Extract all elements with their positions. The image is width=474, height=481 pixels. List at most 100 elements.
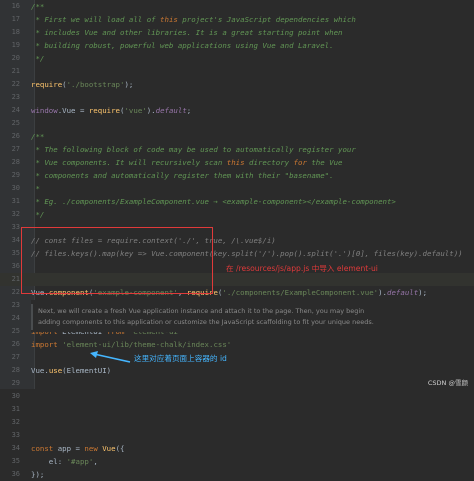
code-line[interactable]: 30 xyxy=(0,390,474,403)
watermark: CSDN @雪颜 xyxy=(427,379,468,387)
line-number: 26 xyxy=(11,132,20,140)
line-number: 21 xyxy=(11,67,20,75)
code-line[interactable]: 31 * Eg. ./components/ExampleComponent.v… xyxy=(0,195,474,208)
code-text: const app = new Vue({ xyxy=(31,442,125,455)
code-line[interactable]: 16 /** xyxy=(0,0,474,13)
line-number: 20 xyxy=(11,54,20,62)
code-line[interactable]: 19 * building robust, powerful web appli… xyxy=(0,39,474,52)
line-number: 29 xyxy=(11,379,20,387)
code-line[interactable]: 30 * xyxy=(0,182,474,195)
code-line[interactable]: 35 el: '#app', xyxy=(0,455,474,468)
line-number: 30 xyxy=(11,184,20,192)
code-token: app xyxy=(57,444,76,453)
code-token: * components and automatically register … xyxy=(31,171,334,180)
code-line[interactable]: 17 * First we will load all of this proj… xyxy=(0,13,474,26)
code-line[interactable]: 36}); xyxy=(0,468,474,481)
code-token: this xyxy=(226,158,245,167)
code-line[interactable]: 28 Vue.use(ElementUI) xyxy=(0,364,474,377)
code-line[interactable]: 29 * components and automatically regist… xyxy=(0,169,474,182)
code-token: * The following block of code may be use… xyxy=(31,145,356,154)
line-number: 32 xyxy=(11,418,20,426)
line-number: 28 xyxy=(11,158,20,166)
highlight-box xyxy=(21,227,213,294)
code-line[interactable]: 23 xyxy=(0,91,474,104)
line-number: 27 xyxy=(11,353,20,361)
line-number: 24 xyxy=(11,106,20,114)
code-token: 'vue' xyxy=(124,106,147,115)
code-line[interactable]: 29 xyxy=(0,377,474,390)
line-number: 35 xyxy=(11,249,20,257)
line-number: 33 xyxy=(11,223,20,231)
code-line[interactable]: 20 */ xyxy=(0,52,474,65)
annotation-import-element-ui: 在 /resources/js/app.js 中导入 element-ui xyxy=(226,264,378,273)
line-number: 24 xyxy=(11,314,20,322)
code-token: require xyxy=(31,80,63,89)
code-line[interactable]: 28 * Vue components. It will recursively… xyxy=(0,156,474,169)
line-number: 18 xyxy=(11,28,20,36)
code-token: directory xyxy=(244,158,294,167)
code-token: '#app' xyxy=(66,457,94,466)
line-number: 25 xyxy=(11,119,20,127)
code-line[interactable]: 21 xyxy=(0,65,474,78)
code-token: * includes Vue and other libraries. It i… xyxy=(31,28,343,37)
line-number: 36 xyxy=(11,470,20,478)
code-text: }); xyxy=(31,468,44,481)
code-token: /** xyxy=(31,132,45,141)
line-number: 31 xyxy=(11,405,20,413)
code-line[interactable]: 27 * The following block of code may be … xyxy=(0,143,474,156)
code-text: /** xyxy=(31,0,44,13)
code-line[interactable]: 22 require('./bootstrap'); xyxy=(0,78,474,91)
code-text: * First we will load all of this project… xyxy=(31,13,355,26)
code-line[interactable]: 25 xyxy=(0,117,474,130)
line-number: 36 xyxy=(11,262,20,270)
code-token: default xyxy=(387,288,419,297)
code-token: .Vue = xyxy=(57,106,89,115)
code-text: * xyxy=(31,182,40,195)
code-token: Vue. xyxy=(31,366,49,375)
line-number: 32 xyxy=(11,210,20,218)
code-token: (ElementUI) xyxy=(62,366,112,375)
code-line[interactable]: 33 xyxy=(0,429,474,442)
line-number: 28 xyxy=(11,366,20,374)
code-text: * includes Vue and other libraries. It i… xyxy=(31,26,342,39)
code-token: * Eg. ./components/ExampleComponent.vue … xyxy=(31,197,396,206)
code-line[interactable]: 32 */ xyxy=(0,208,474,221)
line-number: 19 xyxy=(11,41,20,49)
code-line[interactable]: 34 const app = new Vue({ xyxy=(0,442,474,455)
code-token: = xyxy=(75,444,85,453)
code-token: const xyxy=(31,444,58,453)
code-line[interactable]: 31 xyxy=(0,403,474,416)
code-editor[interactable]: 16 /** 17 * First we will load all of this… xyxy=(0,0,474,479)
code-token: require xyxy=(88,106,121,115)
code-text: require('./bootstrap'); xyxy=(31,78,133,91)
code-text: * building robust, powerful web applicat… xyxy=(31,39,333,52)
code-token: Vue xyxy=(102,444,116,453)
code-token: ); xyxy=(418,288,428,297)
line-number: 33 xyxy=(11,431,20,439)
code-token: * xyxy=(31,184,40,193)
code-line[interactable]: 32 xyxy=(0,416,474,429)
line-number: 27 xyxy=(11,145,20,153)
code-line[interactable]: 27 xyxy=(0,351,474,364)
code-token: }); xyxy=(31,470,45,479)
annotation-container-id: 这里对应着页面上容器的 id xyxy=(134,354,227,363)
code-line[interactable]: 18 * includes Vue and other libraries. I… xyxy=(0,26,474,39)
line-number: 35 xyxy=(11,457,20,465)
line-number: 34 xyxy=(11,236,20,244)
code-token: , xyxy=(93,457,98,466)
line-number: 22 xyxy=(11,288,20,296)
line-number: 23 xyxy=(11,93,20,101)
code-line[interactable]: 26 import 'element-ui/lib/theme-chalk/ind… xyxy=(0,338,474,351)
code-text: * Eg. ./components/ExampleComponent.vue … xyxy=(31,195,396,208)
code-text: */ xyxy=(31,208,44,221)
code-line[interactable]: 26 /** xyxy=(0,130,474,143)
code-token: /** xyxy=(31,2,45,11)
line-number: 23 xyxy=(11,301,20,309)
code-text: * components and automatically register … xyxy=(31,169,334,182)
code-token: ). xyxy=(378,288,388,297)
code-line[interactable]: 24 window.Vue = require('vue').default; xyxy=(0,104,474,117)
code-text: /** xyxy=(31,130,44,143)
code-token: */ xyxy=(31,210,45,219)
code-token: './bootstrap' xyxy=(66,80,125,89)
code-token: this xyxy=(160,15,178,24)
